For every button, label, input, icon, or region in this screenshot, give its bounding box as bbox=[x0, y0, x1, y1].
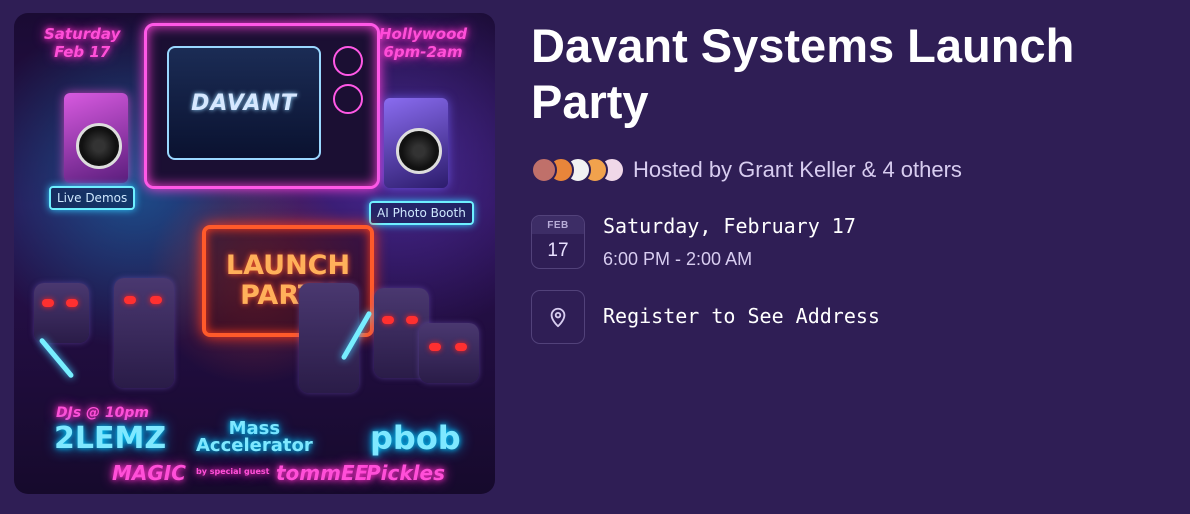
poster-sign-live-demos: Live Demos bbox=[49, 186, 136, 210]
date-month: FEB bbox=[532, 216, 584, 234]
poster-date: Saturday Feb 17 bbox=[44, 25, 121, 61]
date-day: 17 bbox=[547, 240, 569, 261]
poster-special-guest: by special guest bbox=[196, 467, 270, 476]
poster-sign-photo-booth: AI Photo Booth bbox=[369, 201, 474, 225]
speaker-left-icon bbox=[64, 93, 128, 183]
poster-dj-2lemz: 2LEMZ bbox=[54, 421, 167, 456]
poster-tv: DAVANT bbox=[144, 23, 380, 189]
poster-dj-pbob: pbob bbox=[370, 419, 461, 457]
poster-logo: DAVANT bbox=[191, 90, 297, 116]
event-location[interactable]: Register to See Address bbox=[603, 304, 880, 328]
robot-far-right bbox=[419, 323, 479, 383]
host-avatar-1[interactable] bbox=[531, 157, 557, 183]
location-pin-icon bbox=[531, 290, 585, 344]
speaker-right-icon bbox=[384, 98, 448, 188]
robot-center-right bbox=[299, 283, 359, 393]
event-cover-image[interactable]: Saturday Feb 17 Hollywood 6pm-2am DAVANT… bbox=[14, 13, 495, 494]
calendar-icon: FEB 17 bbox=[531, 215, 585, 269]
poster-dj-tommee: tommEE bbox=[276, 461, 369, 485]
event-title: Davant Systems Launch Party bbox=[531, 19, 1075, 128]
robot-center-left bbox=[114, 278, 174, 388]
robot-left bbox=[34, 283, 89, 343]
hosted-by-text[interactable]: Hosted by Grant Keller & 4 others bbox=[633, 157, 962, 183]
poster-dj-pickles: Pickles bbox=[366, 461, 445, 485]
event-time: 6:00 PM - 2:00 AM bbox=[603, 249, 753, 269]
poster-dj-mass-accelerator: Mass Accelerator bbox=[196, 418, 313, 456]
poster-djs-time: DJs @ 10pm bbox=[56, 405, 150, 421]
poster-dj-magic: MAGIC bbox=[112, 461, 186, 485]
poster-location-time: Hollywood 6pm-2am bbox=[379, 25, 468, 61]
event-hosts[interactable]: Hosted by Grant Keller & 4 others bbox=[531, 156, 962, 184]
host-avatar-stack[interactable] bbox=[531, 157, 625, 183]
event-date: Saturday, February 17 bbox=[603, 214, 856, 238]
